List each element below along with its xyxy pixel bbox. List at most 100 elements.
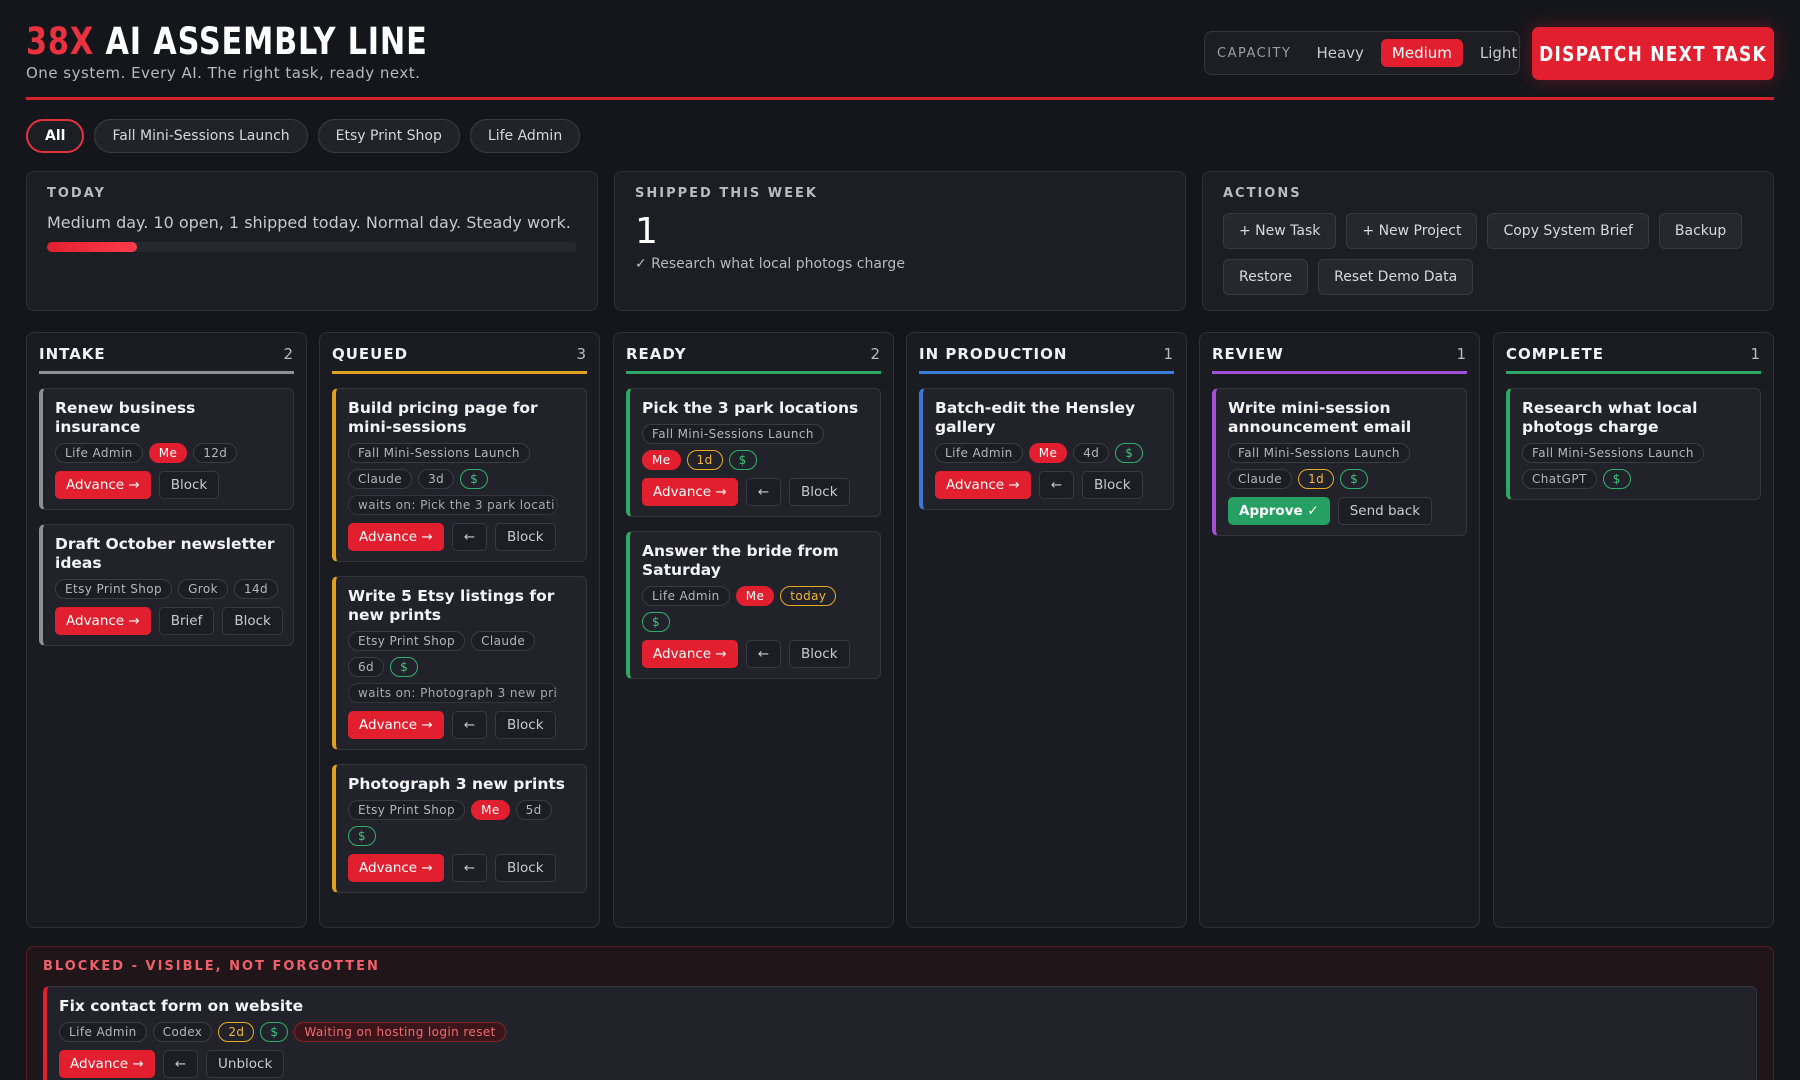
tag-badge: 6d: [348, 657, 385, 677]
task-card[interactable]: Draft October newsletter ideas Etsy Print…: [39, 524, 294, 646]
task-card[interactable]: Photograph 3 new prints Etsy Print Shop Me…: [332, 764, 587, 893]
column-review: REVIEW 1 Write mini-session announcement e…: [1199, 332, 1480, 928]
brief-button[interactable]: Brief: [158, 607, 215, 635]
column-count: 1: [1456, 345, 1467, 363]
capacity-option-light[interactable]: Light: [1469, 39, 1528, 67]
task-card[interactable]: Write 5 Etsy listings for new prints Etsy…: [332, 576, 587, 750]
advance-button[interactable]: Advance →: [55, 471, 151, 499]
task-title: Fix contact form on website: [59, 997, 304, 1015]
block-button[interactable]: Block: [495, 711, 556, 739]
tag-badge: 12d: [193, 443, 238, 463]
block-button[interactable]: Block: [495, 523, 556, 551]
task-tags: Etsy Print Shop Grok 14d: [55, 579, 281, 599]
task-title: Build pricing page for mini-sessions: [348, 399, 538, 436]
task-card[interactable]: Write mini-session announcement email Fal…: [1212, 388, 1467, 536]
back-button[interactable]: ←: [1038, 471, 1075, 499]
tag-badge: 3d: [418, 469, 455, 489]
advance-button[interactable]: Advance →: [59, 1050, 155, 1078]
filter-fall-mini-sessions[interactable]: Fall Mini-Sessions Launch: [94, 119, 308, 153]
block-button[interactable]: Block: [1082, 471, 1143, 499]
approve-button[interactable]: Approve ✓: [1228, 497, 1330, 525]
column-title: READY: [626, 345, 687, 363]
copy-system-brief-button[interactable]: Copy System Brief: [1487, 213, 1649, 249]
today-panel: TODAY Medium day. 10 open, 1 shipped tod…: [26, 171, 598, 311]
block-button[interactable]: Block: [158, 471, 220, 499]
column-complete: COMPLETE 1 Research what local photogs cha…: [1493, 332, 1774, 928]
task-actions: Advance → ← Block: [642, 478, 868, 506]
advance-button[interactable]: Advance →: [348, 854, 444, 882]
due-badge: 1d: [686, 450, 723, 470]
back-button[interactable]: ←: [745, 478, 782, 506]
tag-badge: Etsy Print Shop: [348, 631, 466, 651]
task-card[interactable]: Answer the bride from Saturday Life Admin…: [626, 531, 881, 679]
today-summary: Medium day. 10 open, 1 shipped today. No…: [47, 213, 571, 232]
back-button[interactable]: ←: [745, 640, 782, 668]
restore-button[interactable]: Restore: [1223, 259, 1309, 295]
advance-button[interactable]: Advance →: [642, 640, 738, 668]
reset-demo-data-button[interactable]: Reset Demo Data: [1318, 259, 1474, 295]
blocked-title: BLOCKED - VISIBLE, NOT FORGOTTEN: [43, 959, 380, 974]
block-button[interactable]: Block: [789, 478, 850, 506]
revenue-badge: $: [390, 657, 419, 677]
task-actions: Advance → ← Block: [642, 640, 868, 668]
tag-badge: Life Admin: [59, 1022, 147, 1042]
owner-me-badge: Me: [1028, 443, 1068, 463]
new-task-button[interactable]: + New Task: [1223, 213, 1337, 249]
advance-button[interactable]: Advance →: [55, 607, 151, 635]
advance-button[interactable]: Advance →: [642, 478, 738, 506]
filter-all[interactable]: All: [26, 119, 85, 153]
capacity-option-medium[interactable]: Medium: [1380, 39, 1463, 67]
unblock-button[interactable]: Unblock: [206, 1050, 285, 1078]
column-header: READY 2: [626, 343, 881, 374]
back-button[interactable]: ←: [451, 523, 488, 551]
owner-me-badge: Me: [735, 586, 775, 606]
back-button[interactable]: ←: [451, 711, 488, 739]
task-tags: Life Admin Codex 2d $ Waiting on hosting log…: [59, 1022, 1744, 1042]
tag-badge: Etsy Print Shop: [348, 800, 466, 820]
backup-button[interactable]: Backup: [1658, 213, 1743, 249]
block-reason-badge: Waiting on hosting login reset: [294, 1022, 506, 1042]
capacity-option-heavy[interactable]: Heavy: [1305, 39, 1374, 67]
back-button[interactable]: ←: [162, 1050, 199, 1078]
back-button[interactable]: ←: [451, 854, 488, 882]
tag-badge: Life Admin: [642, 586, 730, 606]
task-tags: Life Admin Me today $: [642, 586, 868, 632]
column-ready: READY 2 Pick the 3 park locations Fall Mini…: [613, 332, 894, 928]
new-project-button[interactable]: + New Project: [1346, 213, 1478, 249]
column-intake: INTAKE 2 Renew business insurance Life Admi…: [26, 332, 307, 928]
column-header: IN PRODUCTION 1: [919, 343, 1174, 374]
top-bar: 38X AI ASSEMBLY LINE One system. Every A…: [26, 20, 1774, 100]
tag-badge: ChatGPT: [1522, 469, 1597, 489]
task-actions: Advance → Block: [55, 471, 281, 499]
block-button[interactable]: Block: [222, 607, 283, 635]
app-subtitle: One system. Every AI. The right task, re…: [26, 64, 421, 82]
tag-badge: Grok: [178, 579, 228, 599]
task-card[interactable]: Renew business insurance Life Admin Me 12d A…: [39, 388, 294, 510]
column-title: REVIEW: [1212, 345, 1284, 363]
dispatch-next-task-button[interactable]: DISPATCH NEXT TASK: [1532, 27, 1774, 80]
advance-button[interactable]: Advance →: [935, 471, 1031, 499]
advance-button[interactable]: Advance →: [348, 523, 444, 551]
revenue-badge: $: [1340, 469, 1369, 489]
column-queued: QUEUED 3 Build pricing page for mini-sessi…: [319, 332, 600, 928]
column-count: 1: [1163, 345, 1174, 363]
block-button[interactable]: Block: [495, 854, 556, 882]
capacity-selector: CAPACITY Heavy Medium Light: [1204, 31, 1520, 75]
dispatch-label: DISPATCH NEXT TASK: [1539, 41, 1767, 66]
task-actions: Advance → ← Block: [348, 523, 574, 551]
shipped-item: ✓ Research what local photogs charge: [635, 256, 905, 272]
send-back-button[interactable]: Send back: [1337, 497, 1433, 525]
filter-etsy-print-shop[interactable]: Etsy Print Shop: [317, 119, 460, 153]
block-button[interactable]: Block: [789, 640, 850, 668]
advance-button[interactable]: Advance →: [348, 711, 444, 739]
revenue-badge: $: [1602, 469, 1631, 489]
blocked-task-card[interactable]: Fix contact form on website Life Admin Co…: [43, 986, 1757, 1080]
filter-life-admin[interactable]: Life Admin: [469, 119, 581, 153]
task-tags: Fall Mini-Sessions Launch Me 1d $: [642, 424, 868, 470]
task-card[interactable]: Build pricing page for mini-sessions Fall…: [332, 388, 587, 562]
task-title: Write mini-session announcement email: [1228, 399, 1412, 436]
task-card[interactable]: Batch-edit the Hensley gallery Life Admin…: [919, 388, 1174, 510]
task-card[interactable]: Research what local photogs charge Fall M…: [1506, 388, 1761, 500]
tag-badge: Fall Mini-Sessions Launch: [642, 424, 824, 444]
task-card[interactable]: Pick the 3 park locations Fall Mini-Sessi…: [626, 388, 881, 517]
